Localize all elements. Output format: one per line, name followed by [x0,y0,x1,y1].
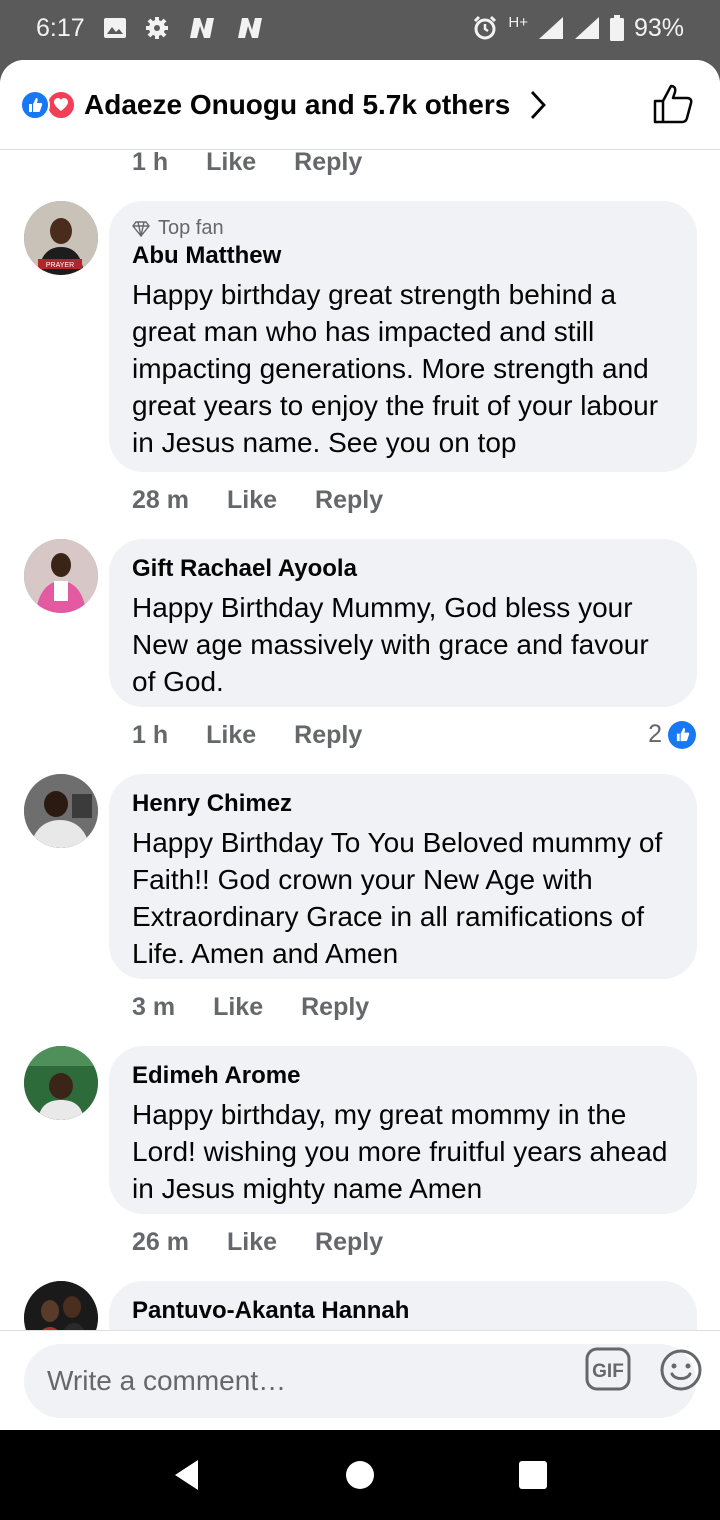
comment-placeholder: Write a comment… [47,1365,287,1396]
chevron-right-icon [530,90,547,120]
avatar[interactable] [24,1046,98,1120]
reaction-icons [20,89,76,120]
comment-composer: Write a comment… GIF [0,1330,720,1430]
comment-meta: 1 h Like Reply [132,150,400,177]
svg-text:PRAYER: PRAYER [46,262,74,269]
battery-level: 93% [633,13,684,42]
comment-time: 28 m [132,486,189,514]
comment-time: 1 h [132,721,169,749]
comment-text: Happy birthday, my great mommy in the Lo… [132,1099,668,1204]
comment-text: Happy Birthday Mummy, God bless your New… [132,592,649,697]
system-nav-bar [0,1430,720,1520]
reply-link[interactable]: Reply [315,1228,383,1257]
like-icon [668,720,696,749]
comment-time: 1 h [132,150,169,176]
like-icon [20,89,50,120]
comment-bubble: Top fan Abu Matthew Happy birthday great… [109,201,697,472]
comment-time: 26 m [132,1228,189,1256]
comment-author[interactable]: Henry Chimez [132,790,675,818]
home-icon[interactable] [330,1445,390,1505]
avatar[interactable]: PRAYER [24,201,98,275]
diamond-icon [132,220,150,237]
reactions-header[interactable]: Adaeze Onuogu and 5.7k others [0,60,720,150]
comment-text: Happy Birthday To You Beloved mummy of F… [132,827,663,969]
comment-meta: 1 h Like Reply [132,721,400,750]
comment-list: 1 h Like Reply PRAYER Top fan Abu Matthe… [0,150,720,1330]
reactions-summary: Adaeze Onuogu and 5.7k others [84,88,511,120]
like-link[interactable]: Like [213,993,263,1022]
status-bar: 6:17 H+ 93% [0,0,720,56]
battery-icon [609,15,624,41]
like-link[interactable]: Like [206,721,256,750]
avatar[interactable] [24,1281,98,1330]
comments-sheet: Adaeze Onuogu and 5.7k others 1 h Like R… [0,60,720,1430]
reply-link[interactable]: Reply [315,486,383,515]
like-link[interactable]: Like [227,486,277,515]
love-icon [46,89,76,120]
comment-author[interactable]: Edimeh Arome [132,1062,675,1090]
comment-time: 3 m [132,993,176,1021]
gif-button[interactable]: GIF [584,1346,632,1397]
comment-author[interactable]: Abu Matthew [132,242,675,270]
signal-icon [574,16,600,40]
reply-link[interactable]: Reply [301,993,369,1022]
top-fan-badge: Top fan [132,217,675,240]
image-icon [103,17,127,39]
comment-bubble: Henry Chimez Happy Birthday To You Belov… [109,774,697,979]
like-link[interactable]: Like [227,1228,277,1257]
network-type: H+ [508,13,528,31]
n-icon [187,17,217,39]
comment-like-count[interactable]: 2 [648,720,696,749]
reply-link[interactable]: Reply [294,150,362,177]
like-post-button[interactable] [652,84,694,129]
status-time: 6:17 [36,13,85,42]
recents-icon[interactable] [503,1445,563,1505]
avatar[interactable] [24,539,98,613]
back-icon[interactable] [157,1445,217,1505]
signal-icon [538,16,564,40]
reply-link[interactable]: Reply [294,721,362,750]
comment-meta: 26 m Like Reply [132,1228,421,1257]
like-link[interactable]: Like [206,150,256,177]
comment-author[interactable]: Pantuvo-Akanta Hannah [132,1297,675,1325]
n-icon [235,17,265,39]
gif-label: GIF [592,1361,624,1382]
comment-text: Happy birthday great strength behind a g… [132,279,659,458]
comment-meta: 3 m Like Reply [132,993,407,1022]
gear-icon [145,16,169,40]
comment-author[interactable]: Gift Rachael Ayoola [132,555,675,583]
comment-bubble: Gift Rachael Ayoola Happy Birthday Mummy… [109,539,697,707]
comment-meta: 28 m Like Reply [132,486,421,515]
comment-bubble: Pantuvo-Akanta Hannah [109,1281,697,1330]
avatar[interactable] [24,774,98,848]
comment-bubble: Edimeh Arome Happy birthday, my great mo… [109,1046,697,1214]
emoji-icon[interactable] [658,1347,704,1398]
alarm-icon [472,15,498,41]
